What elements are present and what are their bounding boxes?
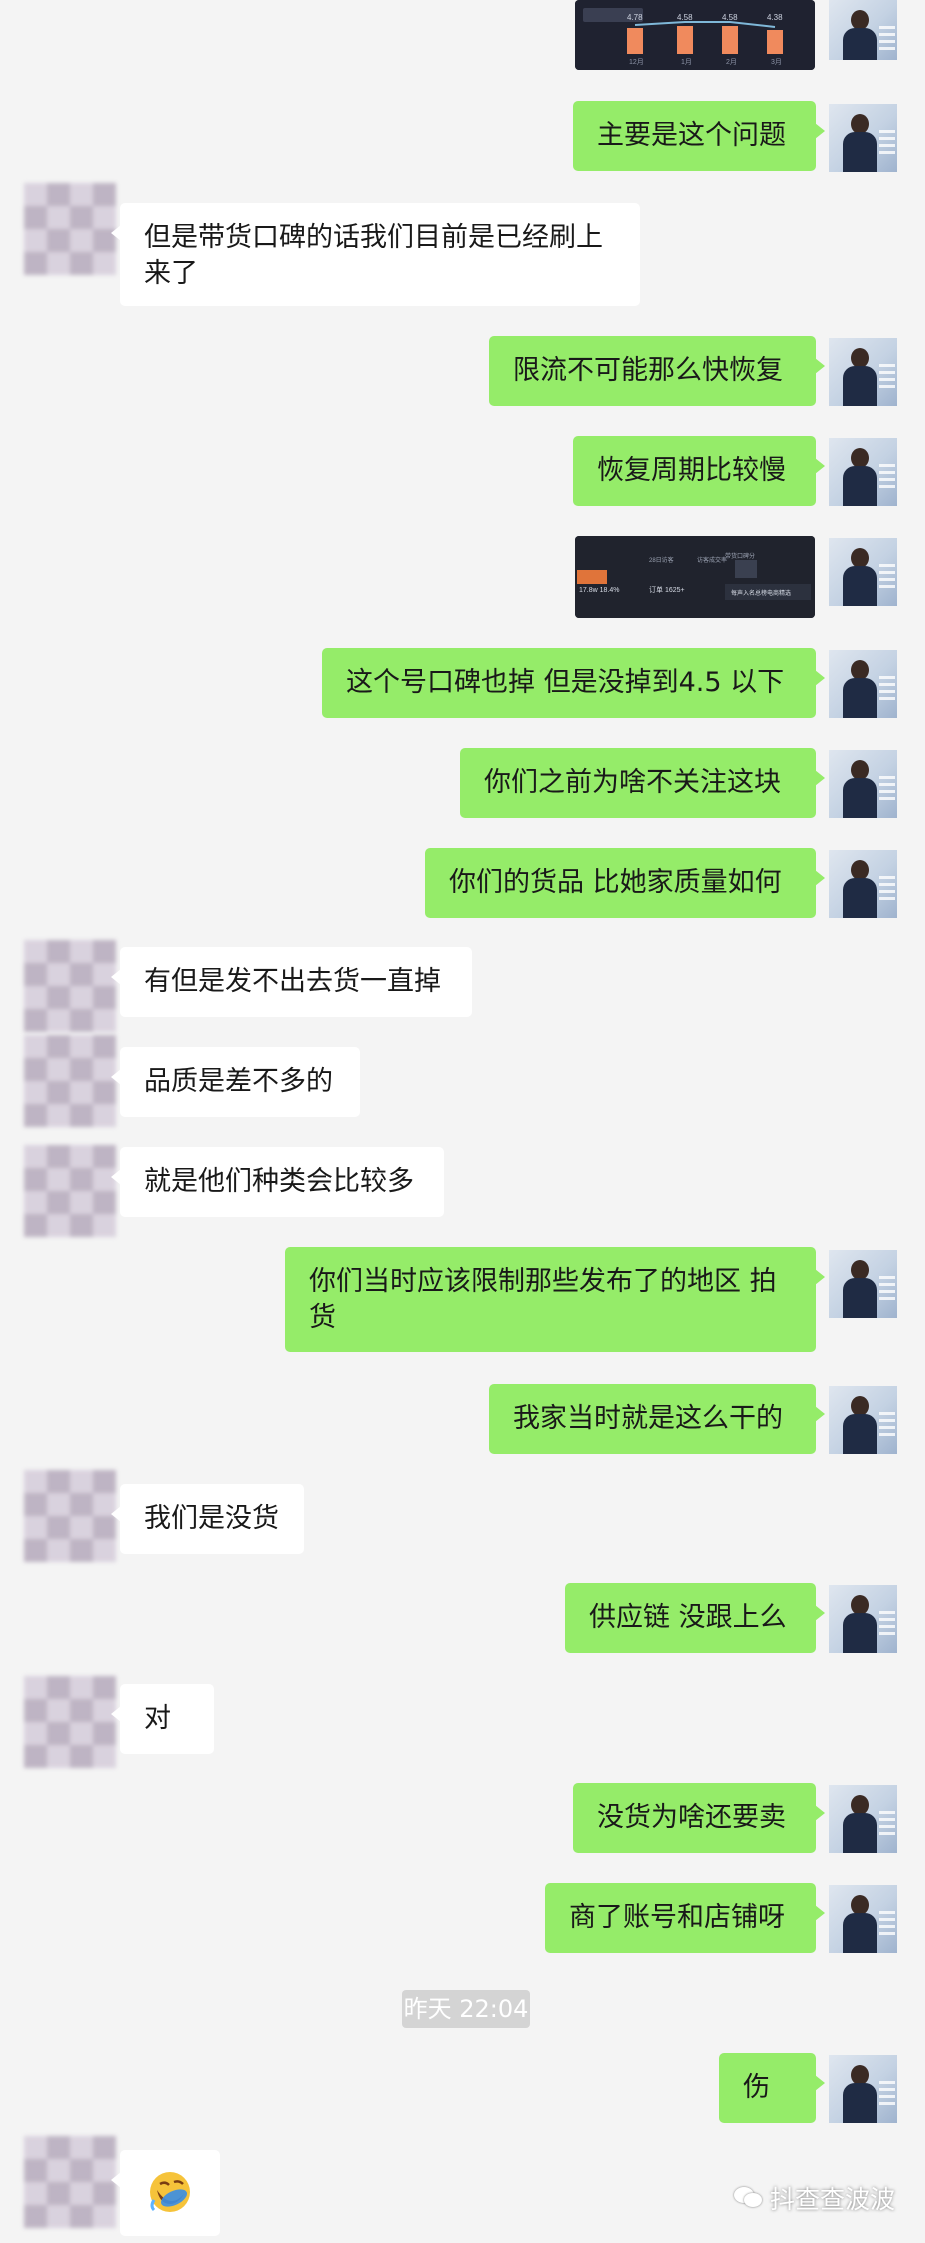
contact-avatar[interactable] xyxy=(24,1035,116,1127)
message-bubble-sent[interactable]: 商了账号和店铺呀 xyxy=(545,1883,825,1953)
stats-thumbnail: 28日访客 访客成交率 带货口碑分 17.8w 18.4% 订单 1625+ 每… xyxy=(575,536,815,618)
message-bubble-sent[interactable]: 限流不可能那么快恢复 xyxy=(489,336,825,406)
message-bubble-received[interactable]: 我们是没货 xyxy=(111,1484,304,1554)
message-bubble-sent[interactable]: 这个号口碑也掉 但是没掉到4.5 以下 xyxy=(322,648,825,718)
my-avatar[interactable] xyxy=(829,2055,897,2123)
message-bubble-sent[interactable]: 伤 xyxy=(719,2053,825,2123)
message-bubble-received[interactable]: 但是带货口碑的话我们目前是已经刷上 来了 xyxy=(111,203,640,306)
x-tick: 2月 xyxy=(726,58,737,66)
bar-label: 4.58 xyxy=(677,13,693,22)
message-bubble-sent[interactable]: 主要是这个问题 xyxy=(573,101,825,171)
stats-label: 28日访客 xyxy=(649,556,674,564)
message-bubble-sent[interactable]: 供应链 没跟上么 xyxy=(565,1583,825,1653)
bar-label: 4.78 xyxy=(627,13,643,22)
my-avatar[interactable] xyxy=(829,0,897,60)
my-avatar[interactable] xyxy=(829,850,897,918)
contact-avatar[interactable] xyxy=(24,1470,116,1562)
my-avatar[interactable] xyxy=(829,104,897,172)
contact-avatar[interactable] xyxy=(24,1145,116,1237)
bar-label: 4.58 xyxy=(722,13,738,22)
stats-screenshot-message[interactable]: 28日访客 访客成交率 带货口碑分 17.8w 18.4% 订单 1625+ 每… xyxy=(575,536,815,618)
stats-label: 带货口碑分 xyxy=(725,552,755,560)
chart-bar xyxy=(677,26,693,54)
stats-value: 每声入名总榜电商精选 xyxy=(731,589,791,597)
timestamp-divider: 昨天 22:04 xyxy=(402,1990,530,2028)
contact-avatar[interactable] xyxy=(24,940,116,1032)
stats-label: 访客成交率 xyxy=(697,556,727,564)
chart-bar xyxy=(722,26,738,54)
contact-avatar[interactable] xyxy=(24,1676,116,1768)
my-avatar[interactable] xyxy=(829,1250,897,1318)
message-bubble-sent[interactable]: 你们当时应该限制那些发布了的地区 拍 货 xyxy=(285,1247,825,1352)
chart-bar xyxy=(767,30,783,54)
message-bubble-sent[interactable]: 你们之前为啥不关注这块 xyxy=(460,748,825,818)
my-avatar[interactable] xyxy=(829,1386,897,1454)
bar-label: 4.38 xyxy=(767,13,783,22)
stats-value: 订单 1625+ xyxy=(649,585,685,594)
facepalm-laugh-emoji xyxy=(150,2172,190,2212)
message-bubble-sent[interactable]: 你们的货品 比她家质量如何 xyxy=(425,848,825,918)
watermark: 抖查查波波 xyxy=(733,2180,895,2216)
contact-avatar[interactable] xyxy=(24,183,116,275)
my-avatar[interactable] xyxy=(829,1885,897,1953)
message-bubble-received[interactable]: 有但是发不出去货一直掉 xyxy=(111,947,472,1017)
message-bubble-sent[interactable]: 恢复周期比较慢 xyxy=(573,436,825,506)
message-bubble-received[interactable]: 品质是差不多的 xyxy=(111,1047,360,1117)
my-avatar[interactable] xyxy=(829,750,897,818)
my-avatar[interactable] xyxy=(829,1585,897,1653)
my-avatar[interactable] xyxy=(829,650,897,718)
stats-value: 17.8w 18.4% xyxy=(579,587,619,594)
bar-chart-thumbnail: 4.78 4.58 4.58 4.38 12月 1月 2月 3月 xyxy=(575,0,815,70)
x-tick: 1月 xyxy=(681,58,692,66)
message-bubble-received[interactable]: 就是他们种类会比较多 xyxy=(111,1147,444,1217)
my-avatar[interactable] xyxy=(829,1785,897,1853)
x-tick: 12月 xyxy=(629,58,644,66)
wechat-icon xyxy=(733,2185,764,2211)
my-avatar[interactable] xyxy=(829,438,897,506)
my-avatar[interactable] xyxy=(829,338,897,406)
chart-screenshot-message[interactable]: 4.78 4.58 4.58 4.38 12月 1月 2月 3月 xyxy=(575,0,815,70)
chart-bar xyxy=(627,28,643,54)
watermark-text: 抖查查波波 xyxy=(769,2185,895,2214)
message-bubble-sent[interactable]: 我家当时就是这么干的 xyxy=(489,1384,825,1454)
message-bubble-sent[interactable]: 没货为啥还要卖 xyxy=(573,1783,825,1853)
contact-avatar[interactable] xyxy=(24,2136,116,2228)
message-bubble-received[interactable]: 对 xyxy=(111,1684,214,1754)
my-avatar[interactable] xyxy=(829,538,897,606)
x-tick: 3月 xyxy=(771,58,782,66)
